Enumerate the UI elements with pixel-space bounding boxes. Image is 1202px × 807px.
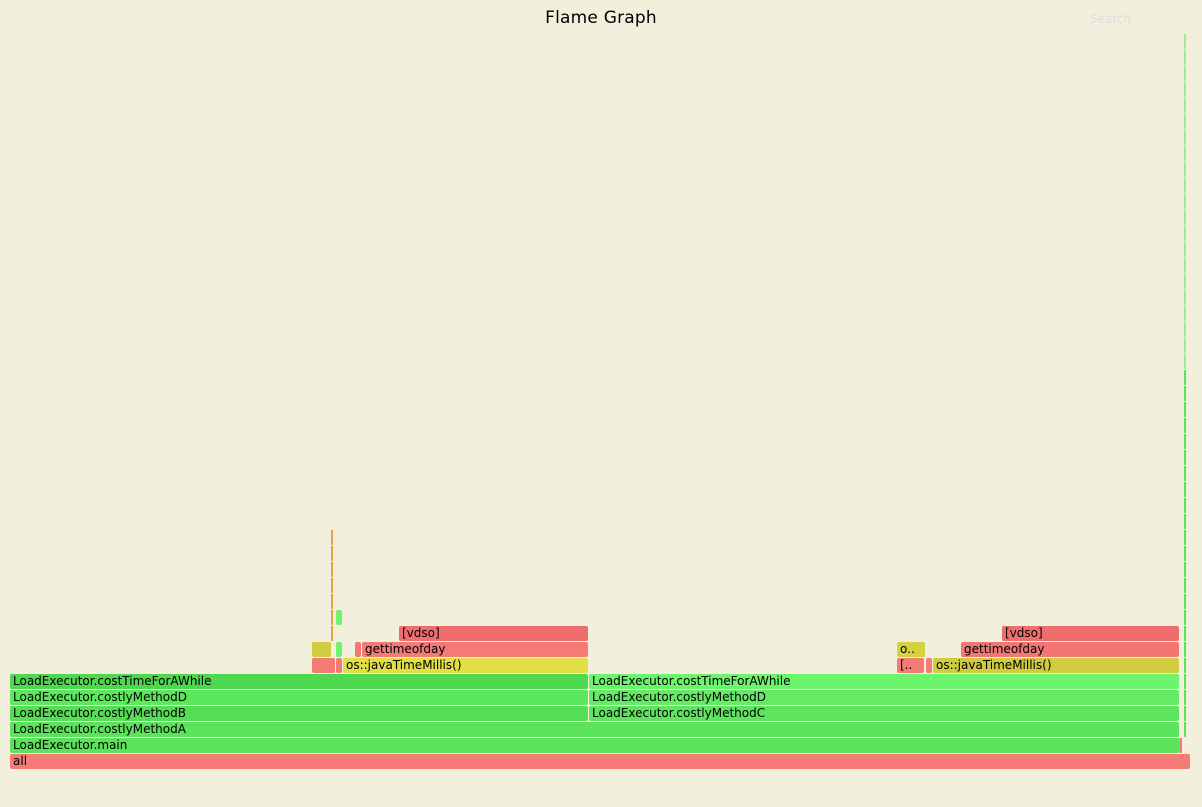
stack-frame[interactable]	[1184, 610, 1186, 625]
stack-frame[interactable]: [..	[897, 658, 924, 673]
stack-frame[interactable]	[1184, 130, 1186, 145]
stack-frame[interactable]	[1184, 66, 1186, 81]
stack-frame[interactable]: LoadExecutor.costlyMethodD	[589, 690, 1179, 705]
stack-frame[interactable]: LoadExecutor.costTimeForAWhile	[10, 674, 588, 689]
stack-frame[interactable]	[1184, 594, 1186, 609]
stack-frame[interactable]	[1184, 562, 1186, 577]
stack-frame[interactable]	[1184, 322, 1186, 337]
stack-frame[interactable]	[1184, 402, 1186, 417]
stack-frame[interactable]	[1184, 658, 1186, 673]
stack-frame[interactable]: LoadExecutor.costTimeForAWhile	[589, 674, 1179, 689]
stack-frame[interactable]	[336, 642, 342, 657]
stack-frame[interactable]: LoadExecutor.costlyMethodA	[10, 722, 1179, 737]
stack-frame[interactable]	[1184, 418, 1186, 433]
stack-frame[interactable]: gettimeofday	[362, 642, 588, 657]
page-title: Flame Graph	[545, 8, 657, 28]
stack-frame[interactable]	[336, 610, 342, 625]
stack-frame[interactable]	[926, 658, 932, 673]
stack-frame[interactable]	[1184, 578, 1186, 593]
stack-frame[interactable]	[1184, 146, 1186, 161]
stack-frame[interactable]: o..	[897, 642, 925, 657]
stack-frame[interactable]	[1184, 466, 1186, 481]
stack-frame[interactable]	[336, 658, 342, 673]
stack-frame[interactable]	[1184, 98, 1186, 113]
stack-frame[interactable]	[1184, 114, 1186, 129]
stack-frame[interactable]	[331, 546, 333, 561]
stack-frame[interactable]	[1184, 498, 1186, 513]
stack-frame[interactable]: [vdso]	[399, 626, 588, 641]
stack-frame[interactable]	[1184, 354, 1186, 369]
stack-frame[interactable]	[1184, 226, 1186, 241]
stack-frame[interactable]	[1184, 258, 1186, 273]
stack-frame[interactable]	[1184, 82, 1186, 97]
stack-frame[interactable]	[1184, 194, 1186, 209]
stack-frame[interactable]	[1184, 546, 1186, 561]
stack-frame[interactable]	[1184, 162, 1186, 177]
stack-frame[interactable]	[331, 562, 333, 577]
stack-frame[interactable]	[1184, 370, 1186, 385]
stack-frame[interactable]	[1180, 738, 1182, 753]
flame-graph-canvas: Flame Graph Search all LoadExecutor.main L…	[0, 0, 1202, 807]
stack-frame[interactable]	[1184, 626, 1186, 641]
stack-frame[interactable]	[1184, 386, 1186, 401]
stack-frame[interactable]	[312, 642, 331, 657]
stack-frame[interactable]	[1184, 690, 1186, 705]
search-button[interactable]: Search	[1090, 12, 1131, 26]
stack-frame[interactable]	[1184, 530, 1186, 545]
stack-frame[interactable]: LoadExecutor.costlyMethodC	[589, 706, 1179, 721]
stack-frame[interactable]	[1180, 754, 1182, 769]
stack-frame[interactable]: os::javaTimeMillis()	[343, 658, 588, 673]
stack-frame[interactable]	[312, 658, 335, 673]
stack-frame[interactable]	[331, 610, 333, 625]
stack-frame[interactable]	[355, 642, 361, 657]
stack-frame[interactable]: LoadExecutor.main	[10, 738, 1180, 753]
stack-frame[interactable]	[1184, 722, 1186, 737]
stack-frame[interactable]	[1184, 514, 1186, 529]
stack-frame[interactable]: LoadExecutor.costlyMethodB	[10, 706, 588, 721]
stack-frame[interactable]	[1184, 306, 1186, 321]
stack-frame[interactable]	[1184, 50, 1186, 65]
stack-frame[interactable]	[331, 626, 333, 641]
stack-frame[interactable]	[1184, 210, 1186, 225]
stack-frame[interactable]	[1184, 290, 1186, 305]
stack-frame[interactable]: [vdso]	[1002, 626, 1179, 641]
stack-frame[interactable]	[1184, 338, 1186, 353]
stack-frame[interactable]	[1184, 274, 1186, 289]
stack-frame[interactable]	[1184, 482, 1186, 497]
stack-frame[interactable]: gettimeofday	[961, 642, 1179, 657]
stack-frame[interactable]	[331, 578, 333, 593]
stack-frame[interactable]	[1184, 34, 1186, 49]
stack-frame[interactable]	[1184, 642, 1186, 657]
stack-frame[interactable]	[331, 594, 333, 609]
stack-frame[interactable]	[1184, 178, 1186, 193]
stack-frame[interactable]	[1184, 434, 1186, 449]
stack-frame[interactable]: LoadExecutor.costlyMethodD	[10, 690, 588, 705]
stack-frame[interactable]	[1184, 242, 1186, 257]
stack-frame[interactable]: all	[10, 754, 1190, 769]
stack-frame[interactable]	[331, 530, 333, 545]
stack-frame[interactable]	[1184, 450, 1186, 465]
stack-frame[interactable]	[1184, 706, 1186, 721]
stack-frame[interactable]	[1184, 674, 1186, 689]
stack-frame[interactable]: os::javaTimeMillis()	[933, 658, 1179, 673]
